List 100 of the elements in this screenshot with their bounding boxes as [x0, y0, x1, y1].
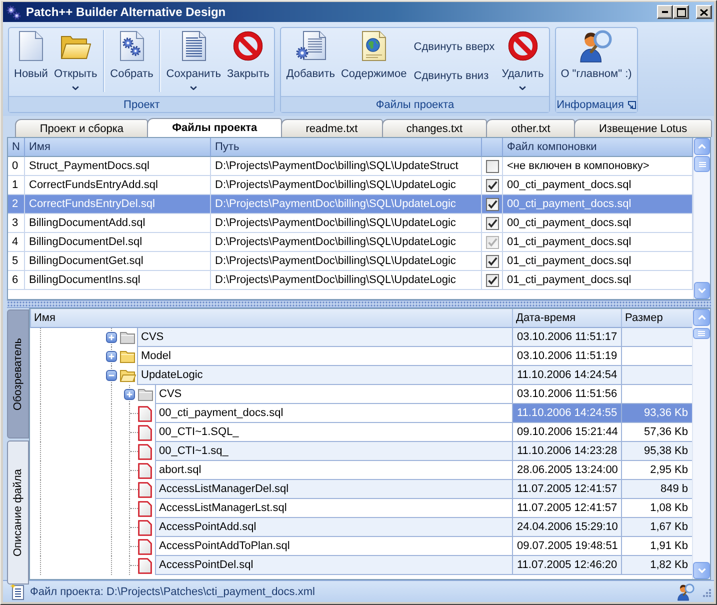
ribbon-button[interactable]: Новый	[11, 30, 51, 94]
table-cell: 1,82 Kb	[621, 556, 692, 575]
tab[interactable]: Файлы проекта	[147, 118, 282, 137]
tree-node[interactable]: AccessListManagerLst.sql	[155, 499, 512, 518]
document-gear-icon	[296, 31, 326, 61]
table-cell: 1,67 Kb	[621, 518, 692, 537]
ribbon-button[interactable]: Сдвинуть вниз	[410, 66, 493, 86]
tree-node[interactable]: CVS	[155, 385, 512, 404]
plus-box-icon[interactable]	[106, 332, 116, 343]
checkbox[interactable]	[486, 160, 498, 172]
document-icon	[138, 558, 152, 574]
minimize-button[interactable]	[657, 5, 673, 19]
ribbon-button[interactable]: Сдвинуть вверх	[410, 37, 499, 57]
minus-box-icon[interactable]	[106, 370, 116, 381]
window-title: Patch++ Builder Alternative Design	[26, 5, 226, 19]
table-cell: 03.10.2006 11:51:19	[512, 347, 621, 366]
column-header[interactable]: Путь	[211, 138, 482, 157]
checkbox[interactable]	[486, 216, 498, 230]
side-tab[interactable]: Описание файла	[7, 440, 29, 584]
tab[interactable]: readme.txt	[280, 119, 383, 137]
table-cell: 95,38 Kb	[621, 442, 692, 461]
person-magnifier-icon	[579, 29, 614, 63]
tree-node[interactable]: Model	[137, 347, 512, 366]
document-globe-icon	[362, 31, 386, 61]
ribbon-button[interactable]: Закрыть	[224, 30, 272, 94]
folder-icon	[120, 350, 136, 363]
gears-icon	[6, 4, 21, 20]
table-cell: 09.10.2006 15:21:44	[512, 423, 621, 442]
column-header[interactable]: N	[8, 138, 25, 157]
table-row[interactable]: 1 CorrectFundsEntryAdd.sql D:\Projects\PaymentDoc\billing\SQL\UpdateLogic 00_cti_payment_docs.sql	[8, 176, 693, 195]
tab[interactable]: Извещение Lotus	[574, 119, 712, 137]
tree-node[interactable]: UpdateLogic	[137, 366, 512, 385]
table-row[interactable]: 3 BillingDocumentAdd.sql D:\Projects\PaymentDoc\billing\SQL\UpdateLogic 00_cti_payment_docs.sql	[8, 214, 693, 233]
tab[interactable]: other.txt	[486, 119, 576, 137]
scrollbar-thumb[interactable]	[694, 156, 710, 172]
plus-box-icon[interactable]	[106, 351, 116, 362]
close-button[interactable]	[696, 5, 712, 19]
scrollbar-track[interactable]	[692, 309, 710, 579]
table-cell	[621, 366, 692, 385]
tree-node[interactable]: AccessPointAddToPlan.sql	[155, 537, 512, 556]
chevron-down-icon	[698, 288, 706, 293]
checkbox[interactable]	[486, 178, 498, 192]
column-header[interactable]: Имя	[25, 138, 211, 157]
column-header[interactable]: Имя	[30, 309, 512, 328]
tree-node[interactable]: AccessListManagerDel.sql	[155, 480, 512, 499]
checkbox[interactable]	[486, 274, 498, 286]
tree-node[interactable]: AccessPointDel.sql	[155, 556, 512, 575]
tab[interactable]: Проект и сборка	[15, 119, 148, 137]
gears-document-icon	[120, 31, 144, 61]
side-tab[interactable]: Обозреватель	[7, 310, 29, 439]
maximize-button[interactable]	[673, 5, 689, 19]
plus-box-icon[interactable]	[124, 389, 134, 400]
ribbon-button[interactable]: Открыть	[50, 30, 100, 94]
close-icon	[700, 8, 708, 16]
grip-lines-icon	[698, 162, 706, 166]
ribbon-button[interactable]: Удалить	[498, 30, 547, 94]
document-icon	[138, 444, 152, 460]
tree-node[interactable]: 00_CTI~1.SQL_	[155, 423, 512, 442]
ribbon-button[interactable]: Содержимое	[338, 30, 410, 94]
no-entry-icon	[508, 31, 538, 61]
tree-node[interactable]: 00_CTI~1.sq_	[155, 442, 512, 461]
table-cell: 11.07.2005 12:41:57	[512, 480, 621, 499]
table-cell	[621, 328, 692, 347]
ribbon-button[interactable]: Сохранить	[163, 30, 224, 94]
ribbon-button[interactable]: Собрать	[107, 30, 156, 94]
ribbon-button[interactable]: Добавить	[283, 30, 338, 94]
table-row[interactable]: 6 BillingDocumentIns.sql D:\Projects\PaymentDoc\billing\SQL\UpdateLogic 01_cti_payment_docs.sql	[8, 271, 693, 290]
document-icon	[138, 538, 152, 554]
table-cell: 11.10.2006 14:24:54	[512, 366, 621, 385]
tree-node[interactable]: 00_cti_payment_docs.sql	[155, 404, 512, 423]
table-row[interactable]: 5 BillingDocumentGet.sql D:\Projects\PaymentDoc\billing\SQL\UpdateLogic 01_cti_payment_docs.sql	[8, 252, 693, 271]
tree-node[interactable]: CVS	[137, 328, 512, 347]
table-cell: 01_cti_payment_docs.sql	[503, 271, 693, 290]
tree-node[interactable]: abort.sql	[155, 461, 512, 480]
table-cell	[621, 385, 692, 404]
scrollbar-thumb[interactable]	[693, 328, 710, 339]
checkbox[interactable]	[486, 254, 498, 268]
table-cell: 93,36 Kb	[621, 404, 692, 423]
dialog-launcher-icon[interactable]	[628, 100, 636, 108]
table-cell: 6	[8, 271, 25, 290]
column-header[interactable]: Файл компоновки	[503, 138, 693, 157]
column-header[interactable]: Размер	[621, 309, 692, 328]
table-cell: 57,36 Kb	[621, 423, 692, 442]
scrollbar-track[interactable]	[693, 138, 710, 299]
table-cell: 24.04.2006 15:29:10	[512, 518, 621, 537]
table-cell: 03.10.2006 11:51:56	[512, 385, 621, 404]
table-cell: 1,91 Kb	[621, 537, 692, 556]
tab[interactable]: changes.txt	[382, 119, 488, 137]
text-document-icon	[182, 31, 206, 61]
grip-lines-icon	[698, 331, 705, 336]
checkbox[interactable]	[486, 198, 498, 210]
column-header[interactable]: Дата-время	[512, 309, 621, 328]
tree-node[interactable]: AccessPointAdd.sql	[155, 518, 512, 537]
ribbon-button[interactable]: О "главном" :)	[558, 30, 635, 94]
folder-icon	[120, 331, 136, 344]
group-label: Информация	[556, 98, 624, 112]
group-label: Файлы проекта	[376, 98, 454, 112]
person-magnifier-icon	[677, 582, 695, 600]
table-row[interactable]: 0 Struct_PaymentDocs.sql D:\Projects\PaymentDoc\billing\SQL\UpdateStruct <не включен в компоновку>	[8, 157, 693, 176]
table-cell: 1,08 Kb	[621, 499, 692, 518]
